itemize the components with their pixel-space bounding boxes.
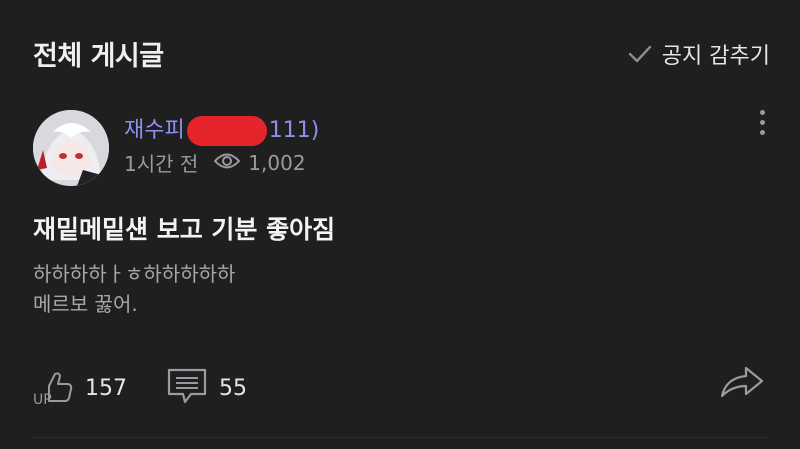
hide-notices-toggle[interactable]: 공지 감추기 <box>628 38 770 70</box>
post-meta: 1시간 전 1,002 <box>124 148 306 177</box>
header: 전체 게시글 공지 감추기 <box>0 0 800 100</box>
comment-button[interactable]: 55 <box>165 366 247 410</box>
like-badge-text: UP <box>33 392 52 406</box>
thumbs-up-icon: UP <box>33 366 75 410</box>
view-count-value: 1,002 <box>248 150 306 175</box>
divider <box>33 437 767 438</box>
avatar[interactable] <box>33 110 109 186</box>
comment-count: 55 <box>219 375 247 401</box>
like-button[interactable]: UP 157 <box>33 366 127 410</box>
post-body-line: 메르보 꿇어. <box>33 292 138 316</box>
author-name[interactable]: 재수피 111) <box>124 112 319 146</box>
like-count: 157 <box>85 375 127 401</box>
page-title: 전체 게시글 <box>33 41 164 72</box>
post-body-line: 하하하하ㅏㅎ하하하하하 <box>33 262 236 286</box>
post-actions: UP 157 55 <box>0 360 800 410</box>
check-icon <box>628 44 652 64</box>
redaction-mark <box>186 116 267 146</box>
post-title[interactable]: 재밑메밑섄 보고 기분 좋아짐 <box>33 210 335 246</box>
share-icon[interactable] <box>718 362 766 406</box>
more-options-icon[interactable] <box>752 110 772 142</box>
hide-notices-label: 공지 감추기 <box>661 44 770 69</box>
author-name-prefix: 재수피 <box>124 118 185 143</box>
author-name-suffix: 111) <box>268 118 320 143</box>
comment-icon <box>165 366 209 410</box>
post-time: 1시간 전 <box>124 152 199 176</box>
view-count: 1,002 <box>213 150 306 175</box>
eye-icon <box>213 151 241 175</box>
